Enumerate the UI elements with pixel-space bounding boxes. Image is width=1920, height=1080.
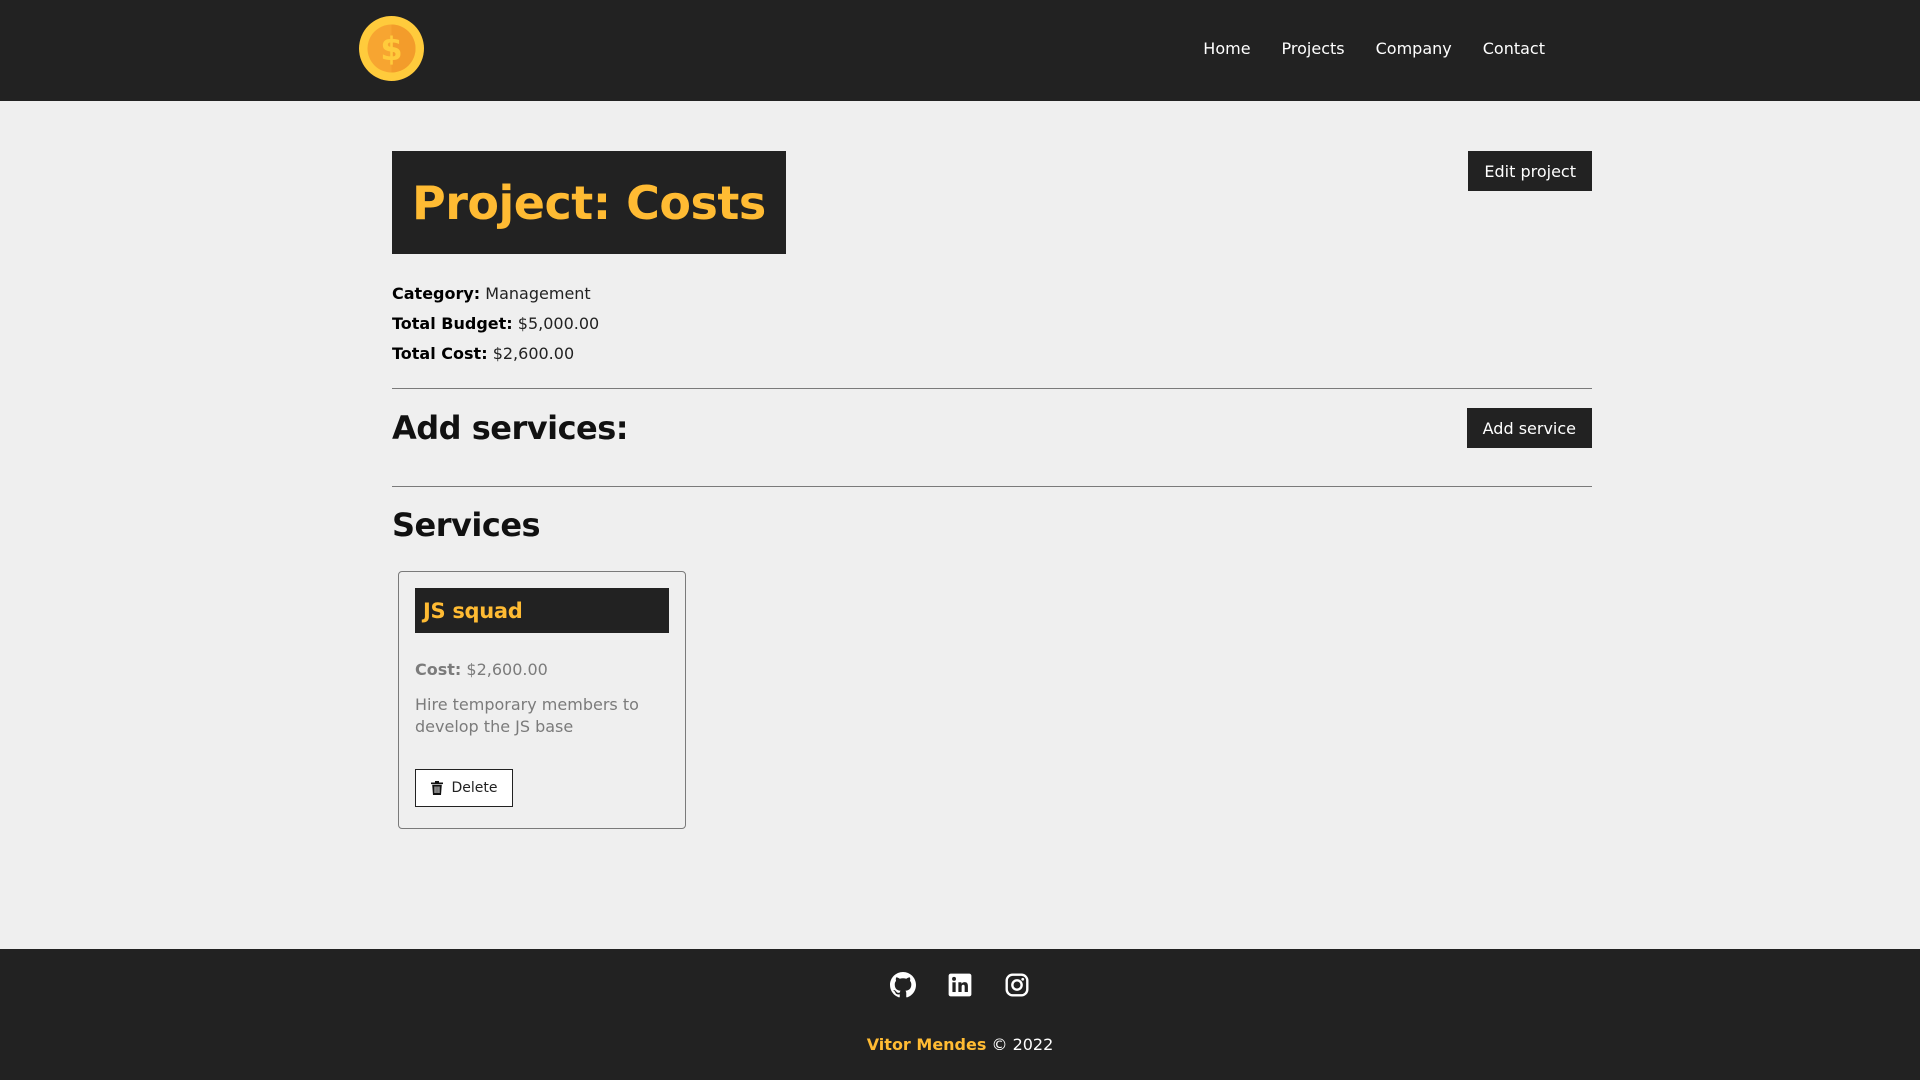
info-total-budget: Total Budget: $5,000.00 — [392, 309, 599, 339]
service-cost-value: $2,600.00 — [466, 660, 548, 679]
copyright: Vitor Mendes © 2022 — [0, 1035, 1920, 1054]
info-total-cost: Total Cost: $2,600.00 — [392, 339, 599, 369]
nav-link-company[interactable]: Company — [1376, 39, 1452, 58]
info-total-budget-label: Total Budget: — [392, 314, 513, 333]
footer: Vitor Mendes © 2022 — [0, 949, 1920, 1080]
info-category: Category: Management — [392, 279, 599, 309]
info-total-budget-value: $5,000.00 — [517, 314, 600, 333]
service-name: JS squad — [423, 598, 523, 623]
nav-link-home[interactable]: Home — [1203, 39, 1250, 58]
info-category-label: Category: — [392, 284, 481, 303]
services-heading: Services — [392, 506, 541, 544]
github-icon[interactable] — [890, 972, 916, 998]
service-cost-label: Cost: — [415, 660, 462, 679]
divider — [392, 388, 1592, 389]
project-title: Project: Costs — [412, 175, 766, 230]
trash-icon — [430, 781, 443, 795]
svg-text:$: $ — [380, 30, 402, 68]
info-total-cost-value: $2,600.00 — [492, 344, 575, 363]
coin-dollar-icon[interactable]: $ — [359, 16, 424, 81]
nav-link-contact[interactable]: Contact — [1483, 39, 1545, 58]
copyright-year: © 2022 — [991, 1035, 1054, 1054]
service-card: JS squad Cost: $2,600.00 Hire temporary … — [398, 571, 686, 829]
service-cost: Cost: $2,600.00 — [415, 660, 669, 679]
divider — [392, 486, 1592, 487]
delete-label: Delete — [451, 780, 498, 796]
author-name: Vitor Mendes — [866, 1035, 987, 1054]
social-links — [0, 972, 1920, 998]
service-card-title-box: JS squad — [415, 588, 669, 633]
nav-links: Home Projects Company Contact — [1203, 39, 1545, 58]
add-service-button[interactable]: Add service — [1466, 408, 1592, 448]
info-category-value: Management — [485, 284, 591, 303]
delete-service-button[interactable]: Delete — [415, 769, 513, 807]
instagram-icon[interactable] — [1004, 972, 1030, 998]
service-description: Hire temporary members to develop the JS… — [415, 695, 639, 736]
project-title-box: Project: Costs — [392, 151, 786, 254]
project-info: Category: Management Total Budget: $5,00… — [392, 279, 599, 369]
add-services-heading: Add services: — [392, 409, 629, 447]
edit-project-button[interactable]: Edit project — [1468, 151, 1592, 191]
info-total-cost-label: Total Cost: — [392, 344, 488, 363]
navbar: $ Home Projects Company Contact — [0, 0, 1920, 101]
linkedin-icon[interactable] — [947, 972, 973, 998]
nav-link-projects[interactable]: Projects — [1282, 39, 1345, 58]
